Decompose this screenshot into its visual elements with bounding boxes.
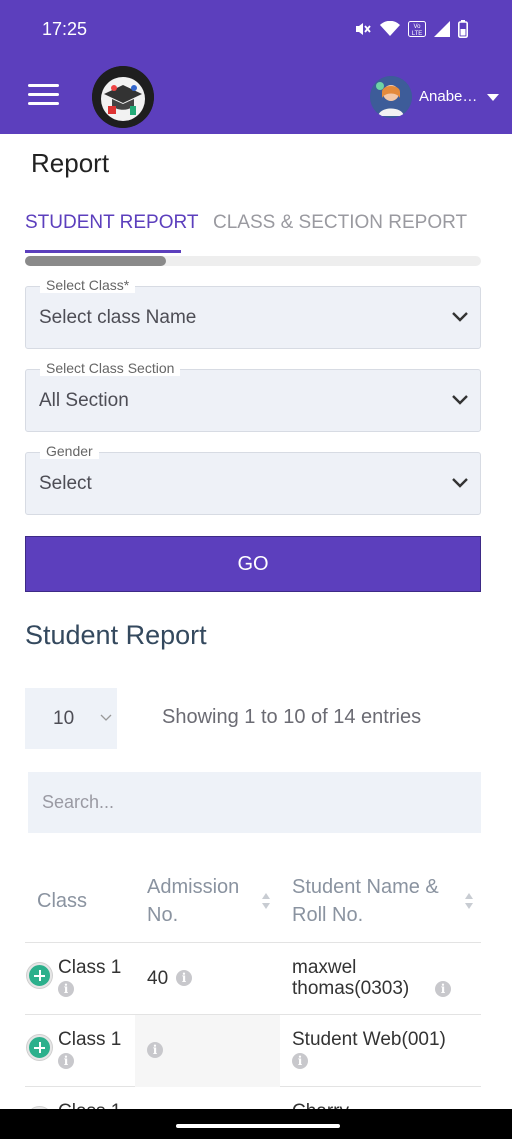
hamburger-menu-icon[interactable] bbox=[28, 84, 60, 108]
go-button[interactable]: GO bbox=[25, 536, 481, 592]
select-section-label: Select Class Section bbox=[40, 360, 181, 376]
expand-row-icon[interactable] bbox=[27, 1035, 52, 1060]
column-header-name-line2: Roll No. bbox=[292, 904, 364, 926]
school-logo bbox=[92, 66, 154, 128]
table-row[interactable]: Class 1 i 40 i maxwel thomas(0303) i bbox=[25, 943, 481, 1015]
page-title: Report bbox=[31, 148, 110, 178]
status-time: 17:25 bbox=[42, 19, 88, 39]
tab-scrollbar-thumb[interactable] bbox=[25, 256, 166, 266]
column-header-admission-line1: Admission bbox=[147, 876, 240, 898]
chevron-down-icon bbox=[100, 714, 112, 721]
page-length-select[interactable]: 10 bbox=[25, 688, 117, 749]
chevron-down-icon bbox=[452, 478, 468, 488]
user-avatar[interactable] bbox=[370, 76, 412, 118]
volte-icon: Vo LTE bbox=[408, 21, 426, 37]
status-icons: Vo LTE bbox=[354, 20, 468, 38]
expand-row-icon[interactable] bbox=[27, 963, 52, 988]
svg-text:LTE: LTE bbox=[412, 31, 423, 37]
sort-icon[interactable] bbox=[261, 892, 271, 910]
column-header-admission[interactable]: Admission No. bbox=[147, 873, 257, 929]
tab-student-report[interactable]: STUDENT REPORT bbox=[25, 212, 199, 234]
table-header: Class Admission No. Student Name & Roll … bbox=[25, 862, 481, 943]
info-icon[interactable]: i bbox=[176, 970, 192, 986]
mute-icon bbox=[356, 23, 371, 35]
cell-name-line1: maxwel bbox=[292, 957, 357, 978]
info-icon[interactable]: i bbox=[58, 981, 74, 997]
column-header-name-line1: Student Name & bbox=[292, 876, 439, 898]
info-icon[interactable]: i bbox=[292, 1053, 308, 1069]
info-icon[interactable]: i bbox=[435, 981, 451, 997]
wifi-icon bbox=[380, 21, 400, 36]
sort-icon[interactable] bbox=[464, 892, 474, 910]
student-report-title: Student Report bbox=[25, 620, 207, 650]
home-gesture-handle[interactable] bbox=[176, 1124, 340, 1128]
signal-icon bbox=[434, 21, 450, 37]
select-section-value: All Section bbox=[39, 390, 129, 411]
battery-icon bbox=[458, 20, 468, 38]
select-gender-field[interactable]: Gender Select bbox=[25, 443, 481, 515]
caret-down-icon[interactable] bbox=[487, 94, 499, 101]
user-name[interactable]: Anabe… bbox=[419, 88, 477, 105]
svg-text:Vo: Vo bbox=[413, 24, 421, 30]
info-icon[interactable]: i bbox=[147, 1042, 163, 1058]
chevron-down-icon bbox=[452, 312, 468, 322]
select-class-value: Select class Name bbox=[39, 307, 197, 328]
select-gender-label: Gender bbox=[40, 443, 99, 459]
page-length-value: 10 bbox=[53, 708, 75, 729]
entries-info: Showing 1 to 10 of 14 entries bbox=[162, 706, 422, 728]
cell-name-line2: thomas(0303) bbox=[292, 978, 410, 999]
select-section-field[interactable]: Select Class Section All Section bbox=[25, 360, 481, 432]
info-icon[interactable]: i bbox=[58, 1053, 74, 1069]
student-report-table: Class Admission No. Student Name & Roll … bbox=[25, 862, 481, 1139]
cell-name-line1: Student Web(001) bbox=[292, 1029, 446, 1050]
column-header-class[interactable]: Class bbox=[37, 887, 87, 915]
cell-class: Class 1 bbox=[58, 1029, 122, 1050]
table-row[interactable]: Class 1 i i Student Web(001) i bbox=[25, 1015, 481, 1087]
cell-admission: 40 bbox=[147, 968, 169, 989]
app-header: 17:25 Vo LTE Anabe… bbox=[0, 0, 512, 134]
column-header-name[interactable]: Student Name & Roll No. bbox=[292, 873, 464, 929]
search-input[interactable] bbox=[28, 772, 481, 833]
chevron-down-icon bbox=[452, 395, 468, 405]
select-class-label: Select Class* bbox=[40, 277, 136, 293]
tab-class-section-report[interactable]: CLASS & SECTION REPORT bbox=[213, 212, 467, 234]
select-gender-value: Select bbox=[39, 473, 92, 494]
column-header-admission-line2: No. bbox=[147, 904, 179, 926]
cell-class: Class 1 bbox=[58, 957, 122, 978]
select-class-field[interactable]: Select Class* Select class Name bbox=[25, 277, 481, 349]
active-tab-indicator bbox=[25, 250, 181, 253]
